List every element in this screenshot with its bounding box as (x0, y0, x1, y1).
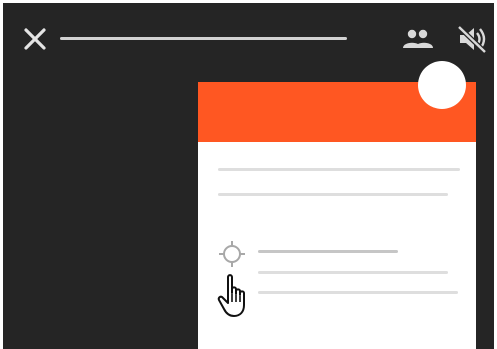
text-placeholder-line-2 (218, 193, 448, 196)
people-icon (403, 29, 433, 48)
pointer-hand-cursor-icon (217, 273, 259, 321)
participants-button[interactable] (401, 27, 435, 51)
crosshair-target-icon[interactable] (217, 239, 247, 269)
close-button[interactable] (21, 25, 49, 53)
text-placeholder-line-1 (218, 168, 460, 171)
close-icon (24, 28, 46, 50)
floating-action-button[interactable] (418, 61, 466, 109)
text-placeholder-line-3 (258, 250, 398, 253)
top-bar (3, 3, 494, 73)
volume-off-icon (457, 25, 487, 54)
text-placeholder-line-5 (258, 291, 458, 294)
mute-button[interactable] (455, 23, 489, 55)
text-placeholder-line-4 (258, 271, 448, 274)
app-window (3, 3, 494, 349)
title-placeholder-line (60, 37, 347, 40)
